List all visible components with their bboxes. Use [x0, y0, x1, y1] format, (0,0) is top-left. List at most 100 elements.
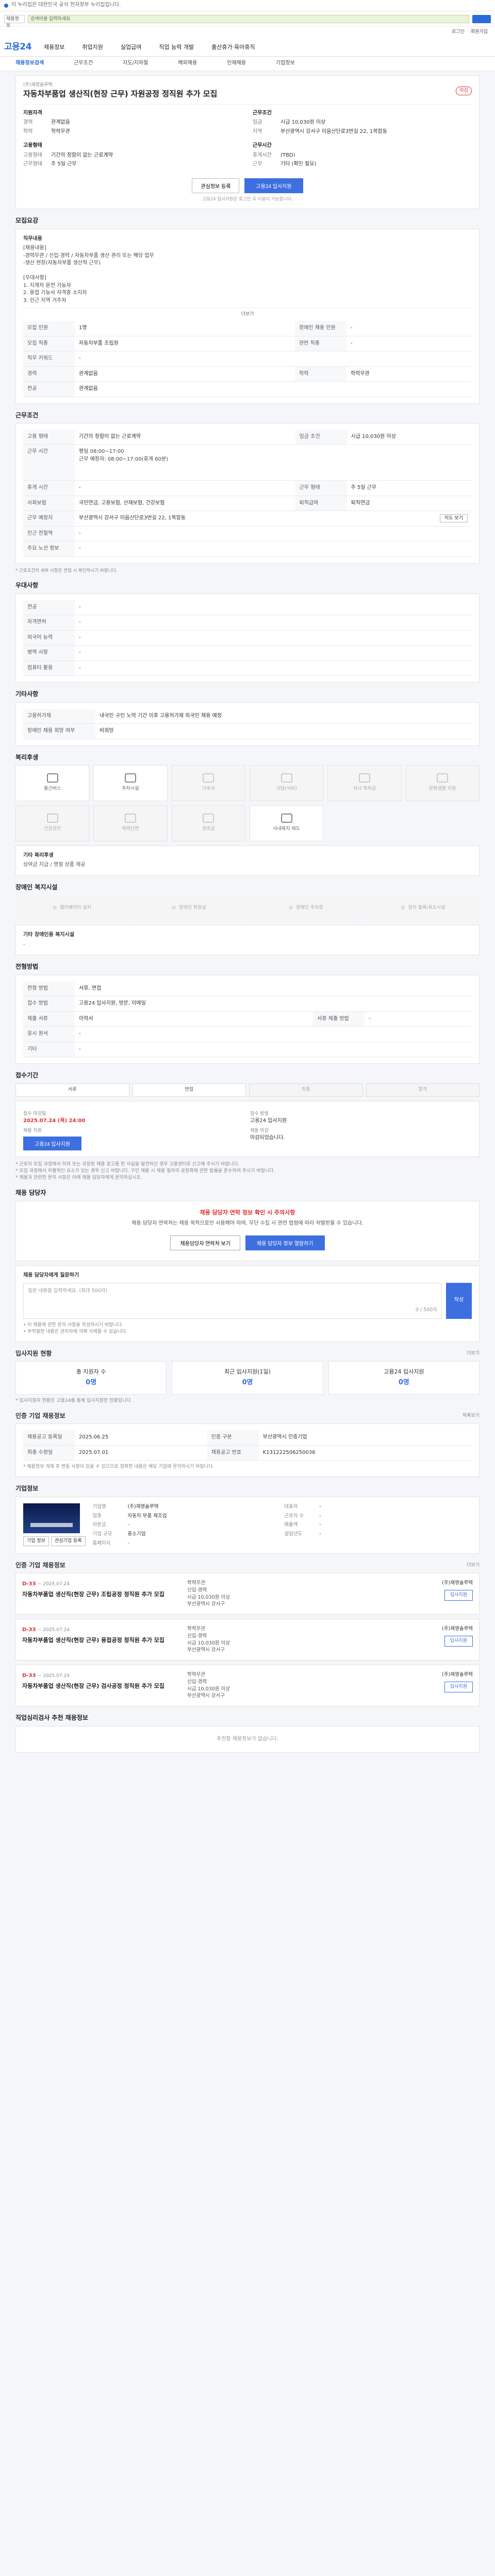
- step-item: 서류: [15, 1083, 129, 1097]
- list-item[interactable]: D-33 ~ 2025.07.24 자동차부품업 생산직(현장 근무) 용접공정…: [15, 1619, 480, 1661]
- contact-open-button[interactable]: 채용 담당자 정보 열람하기: [245, 1235, 325, 1251]
- cell-val: -: [75, 480, 295, 496]
- apply-button[interactable]: 고용24 입사지원: [244, 178, 303, 193]
- job-edu: 학력무관: [187, 1580, 205, 1586]
- nav-item[interactable]: 취업지원: [82, 43, 103, 52]
- contact-section: 채용 담당자 연락 정보 확인 시 주의사항 채용 담당자 연락처는 채용 목적…: [15, 1200, 480, 1342]
- subnav-item[interactable]: 지도/지하철: [123, 60, 148, 67]
- search-button[interactable]: [472, 14, 491, 23]
- apply-note: 고용24 입사지원은 로그인 후 이용이 가능합니다.: [202, 196, 293, 202]
- join-link[interactable]: 회원가입: [471, 29, 488, 36]
- nav-item[interactable]: 채용정보: [44, 43, 64, 52]
- table-row: 전공 -: [23, 600, 472, 616]
- cell-val: 자동차부품 조립원: [75, 336, 295, 352]
- map-button[interactable]: 지도 보기: [440, 514, 468, 523]
- auth-header: 인증 기업 채용정보 목록보기: [15, 1412, 480, 1420]
- cell-key: 모집 인원: [23, 321, 75, 336]
- dday-badge: D-33: [22, 1581, 36, 1587]
- cell-key: 인근 전철역: [23, 526, 75, 542]
- subnav-item[interactable]: 채용정보검색: [15, 60, 44, 67]
- subnav-item[interactable]: 해외채용: [178, 60, 197, 67]
- subnav-item[interactable]: 근무조건: [74, 60, 93, 67]
- qa-submit-button[interactable]: 작성: [446, 1282, 472, 1319]
- job-link[interactable]: 자동차부품업 생산직(현장 근무) 조립공정 정직원 추가 모집: [22, 1590, 182, 1599]
- stat-label: 최근 입사지원(1일): [224, 1368, 271, 1376]
- job-company[interactable]: (주)재영솔루텍: [442, 1625, 473, 1633]
- table-row: 병역 사항 -: [23, 645, 472, 661]
- stat-card: 최근 입사지원(1일) 0명: [172, 1361, 323, 1395]
- stats-note: * 입사지원자 현황은 고용24를 통해 입사지원한 현황입니다.: [15, 1398, 133, 1403]
- login-link[interactable]: 로그인: [452, 29, 465, 36]
- job-mid: 학력무관 신입·경력 시급 10,030원 이상 부산광역시 강서구: [187, 1625, 401, 1654]
- deadline-method: 고용24 입사지원: [250, 1117, 287, 1124]
- job-apply-button[interactable]: 입사지원: [444, 1589, 473, 1601]
- subnav-item[interactable]: 인재채용: [227, 60, 246, 67]
- kv-val: 시급 10,030원 이상: [280, 120, 326, 126]
- cell-key: 고용허가제: [23, 708, 95, 724]
- job-link[interactable]: 자동차부품업 생산직(현장 근무) 검사공정 정직원 추가 모집: [22, 1682, 182, 1690]
- job-apply-button[interactable]: 입사지원: [444, 1681, 473, 1692]
- job-apply-button[interactable]: 입사지원: [444, 1635, 473, 1647]
- welfare-label: 식당(식비): [276, 786, 297, 792]
- kv-val: 기타 (확인 필요): [280, 161, 317, 167]
- list-item[interactable]: D-33 ~ 2025.07.24 자동차부품업 생산직(현장 근무) 검사공정…: [15, 1665, 480, 1707]
- nav-item[interactable]: 실업급여: [121, 43, 141, 52]
- cell-key: 매출액: [284, 1522, 298, 1528]
- job-career: 신입·경력: [187, 1587, 207, 1593]
- gym-icon: [124, 814, 136, 823]
- stats-more-link[interactable]: 더보기: [467, 1350, 480, 1357]
- job-place: 부산광역시 강서구: [187, 1693, 225, 1699]
- cell-key: 임금 조건: [295, 429, 347, 445]
- save-interest-button[interactable]: 관심정보 등록: [192, 178, 240, 193]
- table-row: 기타 -: [23, 1042, 472, 1058]
- cell-key: 기업명: [92, 1503, 106, 1510]
- welfare-item: 식당(식비): [249, 765, 324, 801]
- table-row: 사회보험 국민연금, 고용보험, 산재보험, 건강보험 퇴직급여 퇴직연금: [23, 496, 472, 512]
- site-logo[interactable]: 고용24: [4, 41, 31, 54]
- company-buttons: 기업 정보 관심기업 등록: [23, 1536, 86, 1546]
- welfare-grid: 통근버스 주차시설 기숙사 식당(식비) 자녀 학자금 문화생활 지원 건강검진…: [15, 765, 480, 841]
- recruit-card: 직무내용 [채용내용] -경력무관 / 신입·경력 / 자동차부품 생산 관리 …: [15, 228, 480, 404]
- subnav-item[interactable]: 기업정보: [276, 60, 295, 67]
- table-row: 장애인 채용 희망 여부 비희망: [23, 723, 472, 739]
- company-info-button[interactable]: 기업 정보: [23, 1536, 49, 1546]
- desc-title: 직무내용: [23, 235, 42, 242]
- welfare-label: 체력단련: [122, 826, 139, 832]
- auth-more-link[interactable]: 목록보기: [463, 1413, 480, 1419]
- deadline-apply-button[interactable]: 고용24 입사지원: [23, 1137, 82, 1151]
- job-left: D-33 ~ 2025.07.24 자동차부품업 생산직(현장 근무) 검사공정…: [22, 1671, 182, 1700]
- gov-banner: 이 누리집은 대한민국 공식 전자정부 누리집입니다.: [0, 0, 495, 11]
- time-block: 근무시간 휴게시간 (TBD) 근무 기타 (확인 필요): [253, 142, 472, 170]
- list-item[interactable]: D-33 ~ 2025.07.24 자동차부품업 생산직(현장 근무) 조립공정…: [15, 1573, 480, 1615]
- deadline-label: 접수 방법: [250, 1111, 269, 1116]
- job-left: D-33 ~ 2025.07.24 자동차부품업 생산직(현장 근무) 조립공정…: [22, 1580, 182, 1608]
- search-input[interactable]: 검색어를 입력하세요: [28, 14, 469, 23]
- emp-title: 고용형태: [23, 143, 42, 149]
- job-company[interactable]: (주)재영솔루텍: [442, 1580, 473, 1587]
- qa-textarea[interactable]: 질문 내용을 입력하세요. (최대 500자) 0 / 500자: [23, 1282, 442, 1319]
- nav-item[interactable]: 직업 능력 개발: [159, 43, 194, 52]
- dorm-icon: [203, 773, 214, 783]
- cell-val: 부산광역시 강서구 미음산단로3번길 22, 1복합동: [75, 511, 347, 527]
- more-button[interactable]: 더보기: [23, 308, 472, 321]
- nav-item[interactable]: 출산휴가·육아휴직: [211, 43, 255, 52]
- welfare-label: 경조금: [202, 826, 215, 832]
- welfare-label: 통근버스: [44, 786, 61, 792]
- similar-more-link[interactable]: 더보기: [467, 1562, 480, 1569]
- similar-list: D-33 ~ 2025.07.24 자동차부품업 생산직(현장 근무) 조립공정…: [15, 1573, 480, 1707]
- contact-view-button[interactable]: 채용담당자 연락처 보기: [170, 1235, 240, 1251]
- cell-key: 제출 서류: [23, 1011, 75, 1027]
- cell-key: 외국어 능력: [23, 630, 75, 646]
- emp-block: 고용형태 고용형태 기간의 정함이 없는 근로계약 근무형태 주 5일 근무: [23, 142, 242, 170]
- homepage-link[interactable]: -: [128, 1540, 280, 1547]
- job-link[interactable]: 자동차부품업 생산직(현장 근무) 용접공정 정직원 추가 모집: [22, 1636, 182, 1645]
- company-name[interactable]: (주)재영솔루텍: [23, 82, 217, 89]
- cell-val: -: [127, 1522, 129, 1528]
- search-category-select[interactable]: 채용정보: [4, 14, 25, 28]
- job-date: ~ 2025.07.24: [38, 1673, 70, 1679]
- cell-key: 자격면허: [23, 615, 75, 631]
- health-icon: [46, 814, 58, 823]
- cell-key: 장애인 채용 희망 여부: [23, 723, 95, 739]
- company-follow-button[interactable]: 관심기업 등록: [51, 1536, 86, 1546]
- job-company[interactable]: (주)재영솔루텍: [442, 1671, 473, 1679]
